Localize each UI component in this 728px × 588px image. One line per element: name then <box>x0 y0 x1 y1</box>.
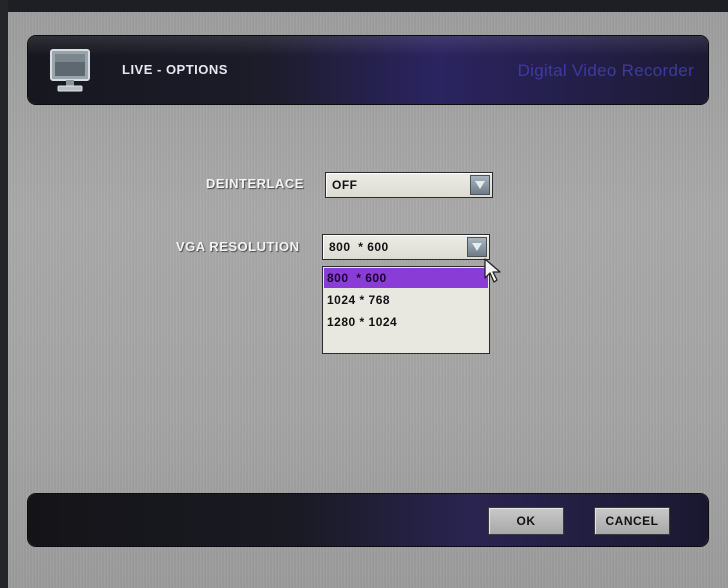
monitor-bezel-top <box>0 0 728 12</box>
vga-resolution-label: VGA RESOLUTION <box>176 239 300 254</box>
monitor-bezel-left <box>0 0 8 588</box>
cancel-button[interactable]: CANCEL <box>594 507 670 535</box>
brand-label: Digital Video Recorder <box>517 61 694 80</box>
deinterlace-dropdown-button[interactable] <box>470 175 490 195</box>
vga-resolution-select[interactable]: 800 * 600 <box>322 234 490 260</box>
ok-button[interactable]: OK <box>488 507 564 535</box>
vga-option-800x600[interactable]: 800 * 600 <box>324 268 488 288</box>
vga-resolution-options-list: 800 * 600 1024 * 768 1280 * 1024 <box>322 266 490 354</box>
deinterlace-select[interactable]: OFF <box>325 172 493 198</box>
deinterlace-value: OFF <box>332 178 358 192</box>
vga-resolution-dropdown-button[interactable] <box>467 237 487 257</box>
vga-option-1280x1024[interactable]: 1280 * 1024 <box>324 312 488 332</box>
deinterlace-label: DEINTERLACE <box>206 176 304 191</box>
monitor-icon <box>48 48 92 94</box>
vga-option-1024x768[interactable]: 1024 * 768 <box>324 290 488 310</box>
title-bar-sheen <box>28 36 708 56</box>
page-title: LIVE - OPTIONS <box>122 62 228 77</box>
title-bar: LIVE - OPTIONS Digital Video Recorder <box>28 36 708 104</box>
vga-resolution-value: 800 * 600 <box>329 240 389 254</box>
mouse-pointer-icon <box>484 258 504 288</box>
